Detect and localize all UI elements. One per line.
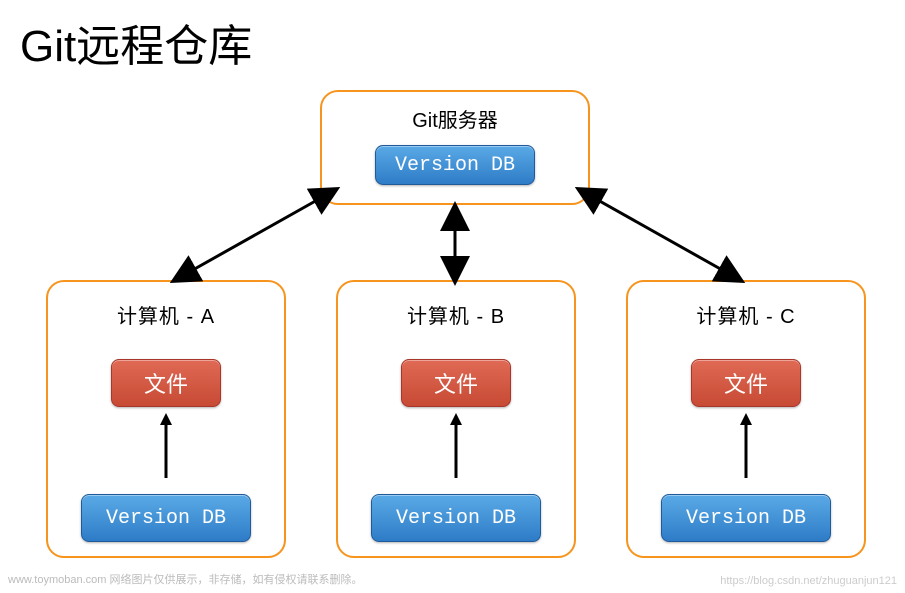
client-a-file: 文件 xyxy=(111,359,221,407)
client-b-box: 计算机 - B 文件 Version DB xyxy=(336,280,576,558)
server-box: Git服务器 Version DB xyxy=(320,90,590,205)
client-c-file: 文件 xyxy=(691,359,801,407)
server-version-db: Version DB xyxy=(375,145,535,185)
client-b-file: 文件 xyxy=(401,359,511,407)
arrow-b-db-to-file xyxy=(446,413,466,483)
client-c-label: 计算机 - C xyxy=(696,300,795,329)
client-b-version-db: Version DB xyxy=(371,494,541,542)
client-a-label: 计算机 - A xyxy=(117,300,215,329)
watermark-left: www.toymoban.com 网络图片仅供展示，非存储，如有侵权请联系删除。 xyxy=(8,571,362,587)
watermark-right: https://blog.csdn.net/zhuguanjun121 xyxy=(720,575,897,587)
client-a-version-db: Version DB xyxy=(81,494,251,542)
arrow-server-client-a xyxy=(175,190,335,280)
client-c-version-db: Version DB xyxy=(661,494,831,542)
arrow-a-db-to-file xyxy=(156,413,176,483)
page-title: Git远程仓库 xyxy=(20,10,252,74)
arrow-server-client-c xyxy=(580,190,740,280)
client-b-label: 计算机 - B xyxy=(407,300,505,329)
client-a-box: 计算机 - A 文件 Version DB xyxy=(46,280,286,558)
client-c-box: 计算机 - C 文件 Version DB xyxy=(626,280,866,558)
server-label: Git服务器 xyxy=(412,104,498,133)
arrow-c-db-to-file xyxy=(736,413,756,483)
